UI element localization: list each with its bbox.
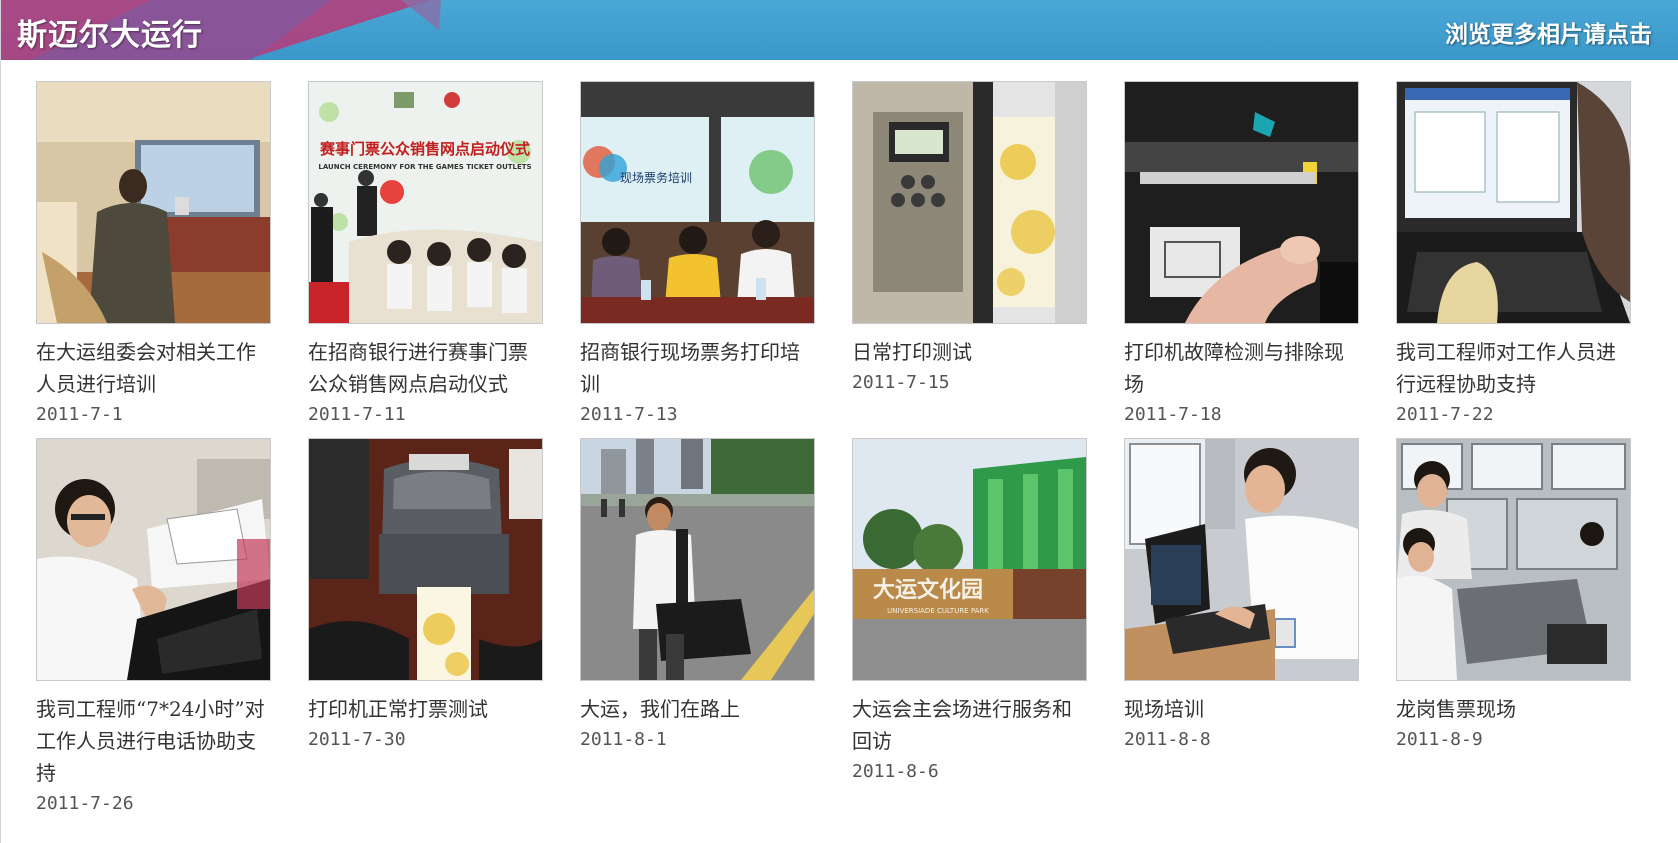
photo-item: 大运文化园 UNIVERSIADE CULTURE PARK 大运会主会场进行服…	[852, 438, 1087, 819]
photo-item: 日常打印测试 2011-7-15	[852, 81, 1087, 438]
venue-sign-text-en: UNIVERSIADE CULTURE PARK	[887, 607, 989, 615]
photo-item: 龙岗售票现场 2011-8-9	[1396, 438, 1631, 819]
photo-thumbnail[interactable]	[852, 81, 1087, 324]
photo-date: 2011-7-22	[1396, 404, 1494, 425]
photo-date: 2011-8-8	[1124, 729, 1211, 750]
venue-sign-text: 大运文化园	[873, 577, 983, 603]
photo-date: 2011-7-1	[36, 404, 123, 425]
photo-item: 我司工程师对工作人员进行远程协助支持 2011-7-22	[1396, 81, 1631, 438]
photo-item: 现场培训 2011-8-8	[1124, 438, 1359, 819]
photo-caption[interactable]: 现场培训	[1124, 693, 1359, 725]
photo-thumbnail[interactable]	[1124, 81, 1359, 324]
photo-date: 2011-7-18	[1124, 404, 1222, 425]
photo-caption[interactable]: 大运，我们在路上	[580, 693, 815, 725]
photo-date: 2011-8-6	[852, 761, 939, 782]
photo-phone-support	[37, 439, 270, 680]
photo-item: 赛事门票公众销售网点启动仪式 LAUNCH CEREMONY FOR THE G…	[308, 81, 543, 438]
photo-item: 打印机故障检测与排除现场 2011-7-18	[1124, 81, 1359, 438]
photo-thumbnail[interactable]	[1396, 81, 1631, 324]
photo-caption[interactable]: 大运会主会场进行服务和回访	[852, 693, 1087, 757]
photo-caption[interactable]: 日常打印测试	[852, 336, 1087, 368]
photo-caption[interactable]: 在大运组委会对相关工作人员进行培训	[36, 336, 271, 400]
photo-caption[interactable]: 在招商银行进行赛事门票公众销售网点启动仪式	[308, 336, 543, 400]
section-header: 斯迈尔大运行 浏览更多相片请点击	[1, 0, 1678, 60]
photo-item: 我司工程师“7*24小时”对工作人员进行电话协助支持 2011-7-26	[36, 438, 271, 819]
photo-date: 2011-7-15	[852, 372, 950, 393]
photo-caption[interactable]: 打印机正常打票测试	[308, 693, 543, 725]
photo-print-test	[853, 82, 1086, 323]
photo-caption[interactable]: 我司工程师“7*24小时”对工作人员进行电话协助支持	[36, 693, 271, 789]
photo-thumbnail[interactable]	[580, 438, 815, 681]
photo-thumbnail[interactable]	[1396, 438, 1631, 681]
photo-caption[interactable]: 我司工程师对工作人员进行远程协助支持	[1396, 336, 1631, 400]
photo-thumbnail[interactable]	[36, 81, 271, 324]
photo-thumbnail[interactable]: 现场票务培训	[580, 81, 815, 324]
photo-training-committee	[37, 82, 270, 323]
photo-thumbnail[interactable]	[36, 438, 271, 681]
photo-thumbnail[interactable]	[1124, 438, 1359, 681]
photo-remote-support	[1397, 82, 1630, 323]
photo-thumbnail[interactable]	[308, 438, 543, 681]
photo-printer-normal	[309, 439, 542, 680]
photo-on-the-road	[581, 439, 814, 680]
photo-thumbnail[interactable]: 大运文化园 UNIVERSIADE CULTURE PARK	[852, 438, 1087, 681]
photo-bank-ceremony: 赛事门票公众销售网点启动仪式 LAUNCH CEREMONY FOR THE G…	[309, 82, 542, 323]
photo-caption[interactable]: 招商银行现场票务打印培训	[580, 336, 815, 400]
photo-date: 2011-8-1	[580, 729, 667, 750]
photo-caption[interactable]: 打印机故障检测与排除现场	[1124, 336, 1359, 400]
photo-longgang-booth	[1397, 439, 1630, 680]
screen-text: 现场票务培训	[620, 170, 692, 185]
banner-text-en: LAUNCH CEREMONY FOR THE GAMES TICKET OUT…	[318, 163, 531, 171]
section-title: 斯迈尔大运行	[17, 18, 203, 53]
photo-main-venue: 大运文化园 UNIVERSIADE CULTURE PARK	[853, 439, 1086, 680]
more-photos-link[interactable]: 浏览更多相片请点击	[1445, 15, 1652, 49]
photo-grid: 在大运组委会对相关工作人员进行培训 2011-7-1 赛事门票公众销售网点启动仪…	[36, 81, 1631, 819]
photo-date: 2011-8-9	[1396, 729, 1483, 750]
photo-item: 大运，我们在路上 2011-8-1	[580, 438, 815, 819]
photo-date: 2011-7-13	[580, 404, 678, 425]
page: 斯迈尔大运行 浏览更多相片请点击 在大运组委会对相关工作人员进行培训 2011-…	[0, 0, 1678, 843]
photo-onsite-training	[1125, 439, 1358, 680]
banner-text: 赛事门票公众销售网点启动仪式	[319, 140, 530, 158]
photo-thumbnail[interactable]: 赛事门票公众销售网点启动仪式 LAUNCH CEREMONY FOR THE G…	[308, 81, 543, 324]
photo-item: 打印机正常打票测试 2011-7-30	[308, 438, 543, 819]
photo-date: 2011-7-30	[308, 729, 406, 750]
photo-printer-repair	[1125, 82, 1358, 323]
photo-date: 2011-7-11	[308, 404, 406, 425]
photo-item: 现场票务培训 招商银行现场票务打印培训 2011-7-13	[580, 81, 815, 438]
photo-caption[interactable]: 龙岗售票现场	[1396, 693, 1631, 725]
photo-bank-training: 现场票务培训	[581, 82, 814, 323]
photo-item: 在大运组委会对相关工作人员进行培训 2011-7-1	[36, 81, 271, 438]
photo-date: 2011-7-26	[36, 793, 134, 814]
